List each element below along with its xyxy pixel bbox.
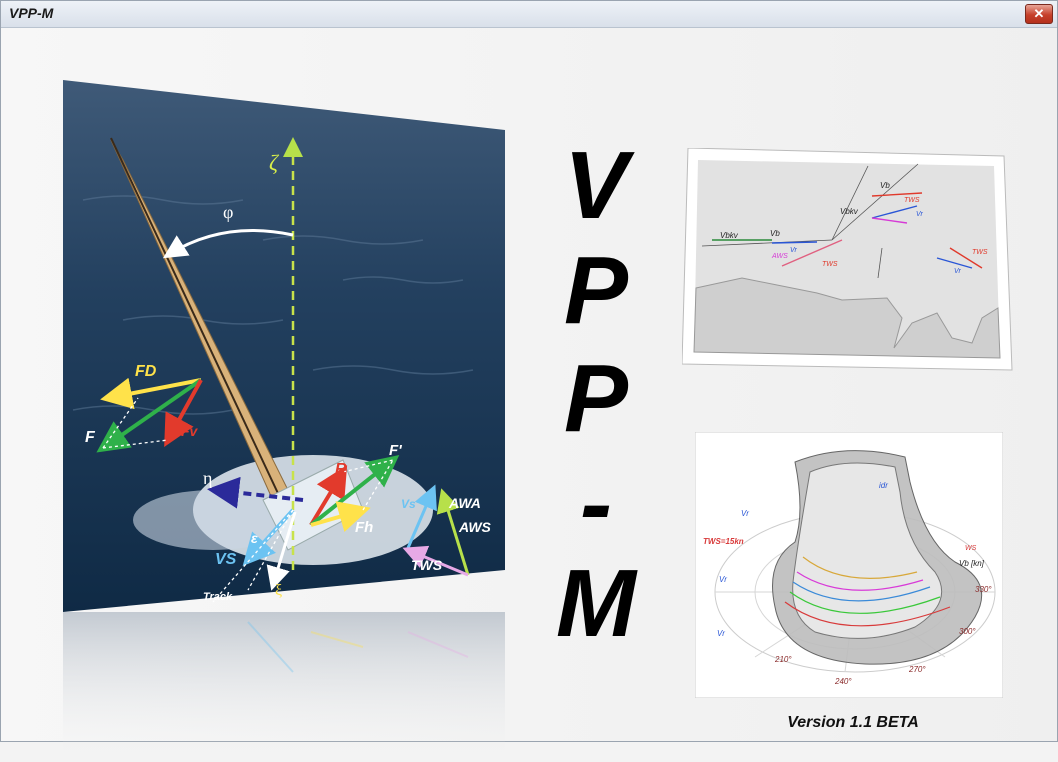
tws-label: TWS [411, 557, 443, 573]
fh-label: Fh [355, 519, 373, 536]
logo-letter-m: M [556, 550, 636, 657]
epsilon-label: ε [251, 530, 258, 546]
plot-angle-270: 270° [908, 665, 926, 674]
track-label: Track [203, 591, 233, 603]
photo-reflection [63, 612, 505, 762]
plot-ws-label: WS [965, 545, 977, 552]
splash-content: ζ φ FD F Fv η R F' Fh VS ε ξ Track Vs AW… [1, 28, 1057, 762]
map-vb2-label: Vb [770, 229, 780, 238]
velocity-vectors-map: Vb Vbkv Vbkv Vb Vr Vr Vr TWS TWS TWS AWS [682, 148, 1013, 371]
plot-vr2-label: Vr [719, 575, 727, 584]
map-tws2-label: TWS [822, 261, 838, 268]
map-vbkv2-label: Vbkv [720, 231, 739, 240]
eta-label: η [203, 468, 212, 488]
r-label: R [335, 461, 347, 478]
map-aws-label: AWS [771, 253, 788, 260]
fd-label: FD [135, 363, 157, 380]
window-title: VPP-M [9, 5, 54, 21]
awa-label: AWA [448, 495, 481, 511]
map-vb-label: Vb [880, 181, 890, 190]
vs-label: VS [215, 551, 237, 568]
plot-vb-label: Vb [kn] [959, 559, 985, 568]
fv-label: Fv [181, 423, 199, 439]
map-tws3-label: TWS [972, 249, 988, 256]
polar-surface-plot: TWS=15kn Vr Vr Vr Vb [kn] idr WS 210° 24… [695, 432, 1003, 698]
logo-letter-p1: P [563, 237, 629, 344]
plot-angle-330: 330° [975, 585, 992, 594]
fprime-label: F' [389, 442, 402, 459]
logo-dash: - [580, 450, 612, 557]
plot-vr1-label: Vr [741, 509, 749, 518]
plot-vr3-label: Vr [717, 629, 725, 638]
map-vr2-label: Vr [916, 211, 924, 218]
map-vr-label: Vr [790, 247, 798, 254]
title-bar[interactable]: VPP-M ✕ [1, 1, 1057, 28]
plot-idr-label: idr [879, 481, 888, 490]
app-logo: V P P - M [541, 138, 651, 658]
xi-label: ξ [275, 582, 282, 599]
map-vbkv-label: Vbkv [840, 207, 859, 216]
f-label: F [85, 429, 96, 446]
aws-label: AWS [458, 519, 492, 535]
sailboat-force-diagram: ζ φ FD F Fv η R F' Fh VS ε ξ Track Vs AW… [63, 80, 505, 612]
plot-angle-300: 300° [959, 627, 976, 636]
phi-label: φ [223, 202, 233, 222]
version-label: Version 1.1 BETA [787, 714, 919, 731]
logo-letter-p2: P [563, 345, 629, 452]
plot-tws-label: TWS=15kn [703, 537, 744, 546]
logo-letter-v: V [563, 132, 629, 239]
map-vr3-label: Vr [954, 268, 962, 275]
application-window: VPP-M ✕ ζ φ FD F Fv η R F' Fh VS ε ξ Tra… [0, 0, 1058, 762]
plot-angle-210: 210° [774, 655, 792, 664]
plot-angle-240: 240° [834, 677, 852, 686]
map-tws1-label: TWS [904, 197, 920, 204]
close-button[interactable]: ✕ [1025, 4, 1053, 24]
vs-small-label: Vs [401, 497, 416, 511]
